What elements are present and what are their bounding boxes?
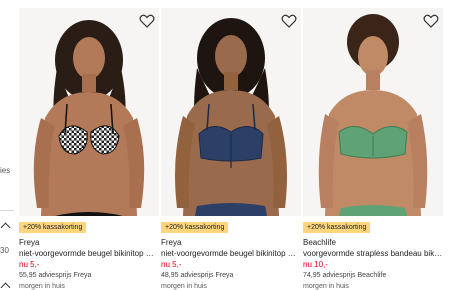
- model-illustration: [33, 20, 145, 216]
- discount-badge: +20% kassakorting: [161, 222, 229, 233]
- advised-price: 74,95 adviesprijs Beachlife: [303, 272, 387, 279]
- divider: [0, 210, 14, 211]
- discount-badge: +20% kassakorting: [19, 222, 87, 233]
- product-image[interactable]: [161, 8, 301, 216]
- product-brand[interactable]: Freya: [161, 238, 181, 247]
- advised-price: 48,95 adviesprijs Freya: [161, 272, 234, 279]
- filter-count-fragment: 30: [0, 246, 9, 255]
- model-illustration: [175, 18, 287, 216]
- product-image[interactable]: [303, 8, 443, 216]
- product-brand[interactable]: Freya: [19, 238, 39, 247]
- product-title[interactable]: niet-voorgevormde beugel bikinitop Ch...: [19, 249, 159, 258]
- product-card[interactable]: +20% kassakorting Freya niet-voorgevormd…: [161, 8, 301, 290]
- heart-outline-icon[interactable]: [139, 14, 155, 28]
- product-card[interactable]: +20% kassakorting Beachlife voorgevormde…: [303, 8, 443, 290]
- product-price: nu 10,-: [303, 260, 328, 269]
- product-brand[interactable]: Beachlife: [303, 238, 336, 247]
- product-price: nu 5,-: [161, 260, 182, 269]
- model-illustration: [318, 14, 428, 216]
- product-image[interactable]: [19, 8, 159, 216]
- product-title[interactable]: voorgevormde strapless bandeau bikinit..…: [303, 249, 443, 258]
- filter-label-fragment: ies: [0, 166, 11, 175]
- delivery-info: morgen in huis: [303, 283, 349, 290]
- product-card[interactable]: +20% kassakorting Freya niet-voorgevormd…: [19, 8, 159, 290]
- discount-badge: +20% kassakorting: [303, 222, 371, 233]
- heart-outline-icon[interactable]: [423, 14, 439, 28]
- filter-sidebar-edge: ies 30: [0, 0, 18, 290]
- delivery-info: morgen in huis: [19, 283, 65, 290]
- chevron-up-icon[interactable]: [0, 222, 11, 233]
- delivery-info: morgen in huis: [161, 283, 207, 290]
- advised-price: 55,95 adviesprijs Freya: [19, 272, 92, 279]
- chevron-up-icon[interactable]: [0, 282, 11, 290]
- product-price: nu 5,-: [19, 260, 40, 269]
- product-grid: +20% kassakorting Freya niet-voorgevormd…: [18, 8, 475, 290]
- heart-outline-icon[interactable]: [281, 14, 297, 28]
- product-title[interactable]: niet-voorgevormde beugel bikinitop Sun..…: [161, 249, 301, 258]
